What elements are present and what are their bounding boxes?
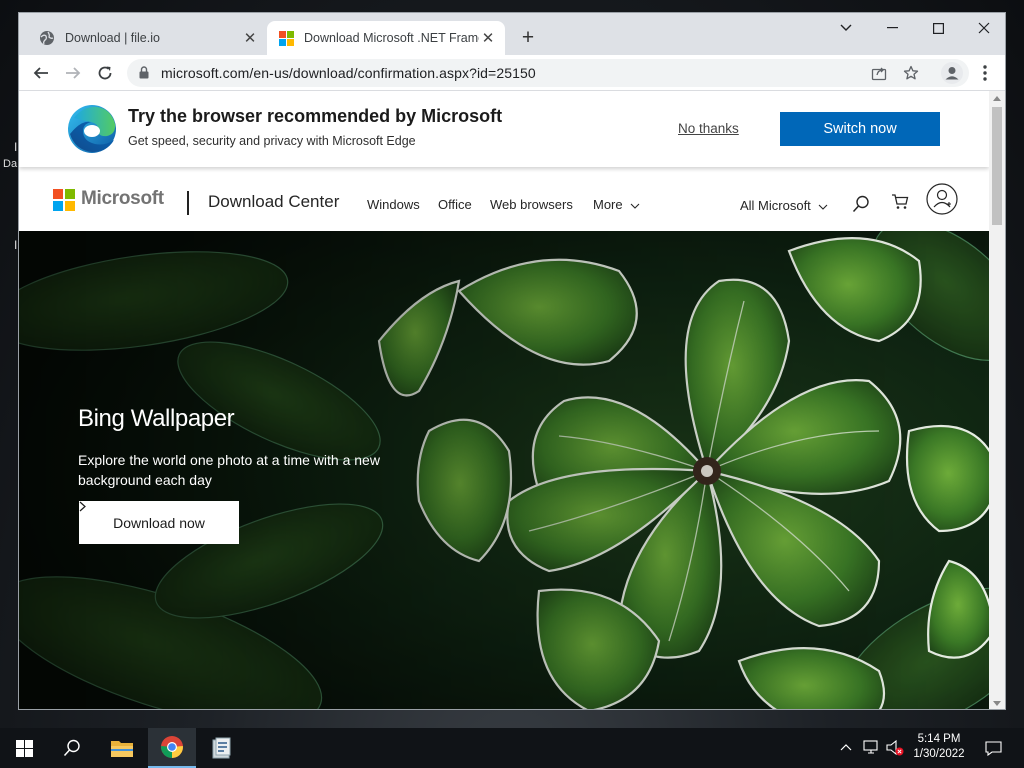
download-now-button[interactable]: Download now: [79, 501, 239, 544]
maximize-button[interactable]: [915, 13, 961, 43]
banner-subtitle: Get speed, security and privacy with Mic…: [128, 134, 416, 148]
reload-button[interactable]: [91, 59, 119, 87]
installer-app-icon: [212, 737, 231, 759]
bookmark-star-icon[interactable]: [903, 65, 919, 81]
edge-promo-banner: Try the browser recommended by Microsoft…: [19, 91, 989, 167]
chevron-down-icon: [819, 204, 828, 210]
search-icon[interactable]: [852, 195, 870, 213]
taskbar-clock[interactable]: 5:14 PM 1/30/2022: [903, 732, 975, 762]
hero-banner: Bing Wallpaper Explore the world one pho…: [19, 231, 989, 709]
tab-title: Download | file.io: [65, 31, 160, 45]
close-tab-icon[interactable]: ✕: [241, 29, 259, 47]
site-header: Microsoft Download Center Windows Office…: [19, 167, 989, 231]
volume-muted-icon[interactable]: [885, 739, 905, 757]
profile-avatar-icon: [941, 62, 963, 84]
edge-logo-icon: [68, 105, 116, 153]
tab-title: Download Microsoft .NET Framew: [304, 31, 479, 45]
tab-search-button[interactable]: [823, 13, 869, 43]
nav-windows[interactable]: Windows: [367, 197, 420, 212]
action-center-button[interactable]: [978, 728, 1008, 768]
chrome-taskbar-button[interactable]: [148, 728, 196, 768]
banner-title: Try the browser recommended by Microsoft: [128, 106, 503, 126]
scrollbar-thumb[interactable]: [992, 107, 1002, 225]
address-bar[interactable]: microsoft.com/en-us/download/confirmatio…: [127, 59, 969, 87]
tab-file-io[interactable]: Download | file.io ✕: [27, 21, 267, 55]
chevron-down-icon: [630, 203, 640, 209]
chrome-icon: [161, 736, 183, 758]
share-icon[interactable]: [871, 65, 887, 81]
globe-icon: [40, 31, 54, 45]
microsoft-logo-icon: [279, 30, 294, 46]
maximize-icon: [932, 22, 944, 34]
new-tab-button[interactable]: +: [516, 27, 540, 51]
close-tab-icon[interactable]: ✕: [479, 29, 497, 47]
all-microsoft-menu[interactable]: All Microsoft: [740, 198, 828, 213]
tab-strip: Download | file.io ✕ Download Microsoft …: [19, 13, 1005, 55]
account-sign-in-icon[interactable]: [926, 183, 958, 215]
hero-description: Explore the world one photo at a time wi…: [78, 452, 380, 488]
back-button[interactable]: [27, 59, 55, 87]
chevron-up-icon[interactable]: [840, 743, 852, 751]
close-window-button[interactable]: [961, 13, 1005, 43]
lock-icon[interactable]: [139, 66, 149, 79]
download-now-label: Download now: [113, 514, 205, 531]
scroll-down-arrow-icon[interactable]: [993, 701, 1001, 706]
forward-button[interactable]: [59, 59, 87, 87]
nav-more[interactable]: More: [593, 197, 640, 212]
desktop-label: I: [14, 140, 18, 154]
desktop-label: Da: [3, 158, 18, 170]
minimize-button[interactable]: [869, 13, 915, 43]
kebab-menu-icon: [983, 65, 987, 81]
nav-more-label: More: [593, 197, 623, 212]
windows-taskbar: 5:14 PM 1/30/2022: [0, 728, 1024, 768]
taskbar-search-button[interactable]: [48, 728, 96, 768]
file-explorer-button[interactable]: [98, 728, 146, 768]
browser-toolbar: microsoft.com/en-us/download/confirmatio…: [19, 55, 1005, 91]
forward-arrow-icon: [66, 67, 81, 79]
clock-date: 1/30/2022: [913, 748, 965, 760]
header-divider: [187, 191, 189, 215]
desktop-label: I: [14, 238, 18, 252]
chevron-down-icon: [840, 24, 852, 31]
chevron-right-icon: [79, 501, 86, 512]
nav-web-browsers[interactable]: Web browsers: [490, 197, 573, 212]
microsoft-brand-text[interactable]: Microsoft: [81, 188, 164, 210]
switch-now-button[interactable]: Switch now: [780, 112, 940, 146]
page-scrollbar[interactable]: [989, 91, 1005, 709]
download-center-title[interactable]: Download Center: [208, 192, 339, 212]
scroll-up-arrow-icon[interactable]: [993, 96, 1001, 101]
reload-icon: [98, 66, 112, 80]
tab-microsoft-download[interactable]: Download Microsoft .NET Framew ✕: [267, 21, 505, 55]
windows-logo-icon: [15, 739, 33, 757]
minimize-icon: [886, 27, 898, 29]
url-text: microsoft.com/en-us/download/confirmatio…: [161, 65, 536, 81]
shopping-cart-icon[interactable]: [891, 193, 909, 210]
no-thanks-link[interactable]: No thanks: [678, 121, 739, 136]
profile-button[interactable]: [938, 59, 966, 87]
network-icon[interactable]: [863, 740, 881, 756]
chrome-menu-button[interactable]: [971, 59, 999, 87]
folder-icon: [111, 741, 133, 757]
app-taskbar-button[interactable]: [198, 728, 246, 768]
back-arrow-icon: [33, 67, 48, 79]
nav-office[interactable]: Office: [438, 197, 472, 212]
all-microsoft-label: All Microsoft: [740, 198, 811, 213]
hero-title: Bing Wallpaper: [78, 405, 235, 432]
page-viewport: Try the browser recommended by Microsoft…: [19, 91, 989, 709]
clock-time: 5:14 PM: [917, 733, 961, 745]
search-icon: [63, 739, 80, 757]
start-button[interactable]: [0, 728, 48, 768]
notification-icon: [984, 740, 1002, 756]
microsoft-logo-icon[interactable]: [53, 189, 75, 211]
browser-window: Download | file.io ✕ Download Microsoft …: [18, 12, 1006, 710]
close-icon: [978, 22, 990, 34]
